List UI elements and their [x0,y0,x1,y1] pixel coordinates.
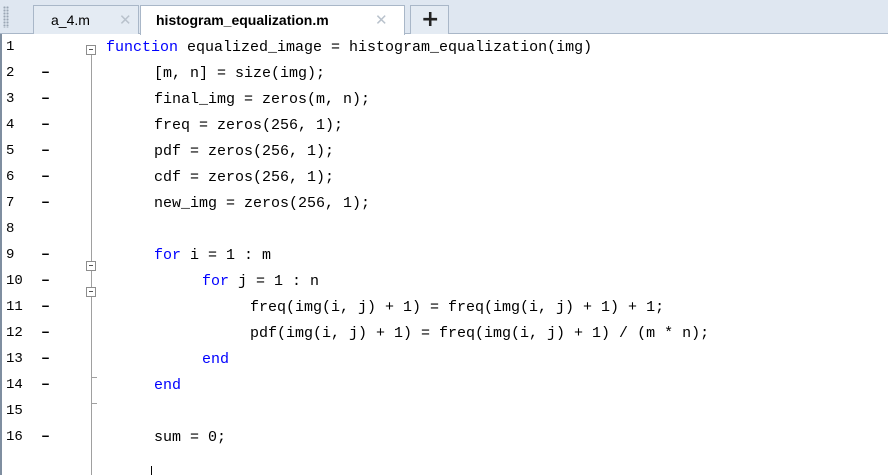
code-text[interactable]: freq(img(i, j) + 1) = freq(img(i, j) + 1… [250,299,664,316]
line-number[interactable]: 6 [6,169,38,185]
code-text[interactable]: final_img = zeros(m, n); [154,91,370,108]
code-line[interactable]: 7– new_img = zeros(256, 1); [2,190,888,216]
line-number[interactable]: 2 [6,65,38,81]
code-line[interactable]: 8 [2,216,888,242]
code-text[interactable]: freq = zeros(256, 1); [154,117,343,134]
close-tab-icon[interactable]: ✕ [119,11,132,29]
code-line[interactable]: 9– for i = 1 : m [2,242,888,268]
code-text[interactable]: end [154,377,181,394]
code-text[interactable]: new_img = zeros(256, 1); [154,195,370,212]
code-text[interactable]: pdf(img(i, j) + 1) = freq(img(i, j) + 1)… [250,325,709,342]
keyword: for [154,247,182,264]
code-token: pdf = zeros(256, 1); [154,143,335,160]
code-text[interactable]: for i = 1 : m [154,247,271,264]
breakpoint-marker[interactable]: – [41,298,50,315]
code-token: cdf = zeros(256, 1); [154,169,335,186]
breakpoint-marker[interactable]: – [41,428,50,445]
code-text[interactable]: end [202,351,229,368]
tab-histogram-equalization[interactable]: histogram_equalization.m ✕ [140,5,405,35]
code-token: final_img = zeros(m, n); [154,91,371,108]
breakpoint-marker[interactable]: – [41,376,50,393]
breakpoint-marker[interactable]: – [41,116,50,133]
text-cursor [151,466,152,475]
breakpoint-marker[interactable]: – [41,64,50,81]
close-tab-icon[interactable]: ✕ [375,11,388,29]
line-number[interactable]: 5 [6,143,38,159]
editor-tab-bar: a_4.m ✕ histogram_equalization.m ✕ + [0,0,888,35]
new-tab-button[interactable]: + [410,5,449,34]
line-number[interactable]: 9 [6,247,38,263]
tab-label: histogram_equalization.m [156,12,329,28]
code-token: new_img = zeros(256, 1); [154,195,371,212]
breakpoint-marker[interactable]: – [41,246,50,263]
line-number[interactable]: 12 [6,325,38,341]
line-number[interactable]: 13 [6,351,38,367]
code-line[interactable]: 12– pdf(img(i, j) + 1) = freq(img(i, j) +… [2,320,888,346]
code-token: pdf(img(i, j) + 1) = freq(img(i, j) + 1)… [250,325,710,342]
line-number[interactable]: 7 [6,195,38,211]
breakpoint-marker[interactable]: – [41,90,50,107]
tab-label: a_4.m [51,12,90,28]
keyword: end [202,351,230,368]
line-number[interactable]: 1 [6,39,38,55]
breakpoint-marker[interactable]: – [41,142,50,159]
code-token: freq = zeros(256, 1); [154,117,344,134]
code-line[interactable]: 16– sum = 0; [2,424,888,450]
code-line[interactable]: 5– pdf = zeros(256, 1); [2,138,888,164]
line-number[interactable]: 14 [6,377,38,393]
code-line[interactable]: 4– freq = zeros(256, 1); [2,112,888,138]
line-number[interactable]: 16 [6,429,38,445]
keyword: function [106,39,179,56]
code-token: sum = 0; [154,429,227,446]
breakpoint-marker[interactable]: – [41,168,50,185]
tab-a-4[interactable]: a_4.m ✕ [33,5,139,34]
code-line[interactable]: 15 [2,398,888,424]
breakpoint-marker[interactable]: – [41,350,50,367]
code-text[interactable]: cdf = zeros(256, 1); [154,169,334,186]
breakpoint-marker[interactable]: – [41,272,50,289]
breakpoint-marker[interactable]: – [41,324,50,341]
keyword: end [154,377,182,394]
code-token: equalized_image = histogram_equalization… [178,39,593,56]
code-line[interactable]: 14– end [2,372,888,398]
tab-bar-grip-icon[interactable] [3,6,9,28]
code-line[interactable]: 10– for j = 1 : n [2,268,888,294]
code-token: j = 1 : n [229,273,320,290]
code-token: freq(img(i, j) + 1) = freq(img(i, j) + 1… [250,299,665,316]
code-line[interactable]: 2– [m, n] = size(img); [2,60,888,86]
code-text[interactable]: function equalized_image = histogram_equ… [106,39,592,56]
line-number[interactable]: 15 [6,403,38,419]
code-line[interactable]: 1 function equalized_image = histogram_eq… [2,34,888,60]
keyword: for [202,273,230,290]
breakpoint-marker[interactable]: – [41,194,50,211]
code-text[interactable]: sum = 0; [154,429,226,446]
code-text[interactable]: for j = 1 : n [202,273,319,290]
plus-icon: + [421,7,440,32]
code-editor[interactable]: 1 function equalized_image = histogram_eq… [0,34,888,475]
line-number[interactable]: 3 [6,91,38,107]
line-number[interactable]: 10 [6,273,38,289]
line-number[interactable]: 4 [6,117,38,133]
line-number[interactable]: 8 [6,221,38,237]
code-token: [m, n] = size(img); [154,65,326,82]
line-number[interactable]: 11 [6,299,38,315]
code-token: i = 1 : m [181,247,272,264]
code-text[interactable]: pdf = zeros(256, 1); [154,143,334,160]
code-line[interactable]: 11– freq(img(i, j) + 1) = freq(img(i, j) … [2,294,888,320]
code-text[interactable]: [m, n] = size(img); [154,65,325,82]
code-line[interactable]: 3– final_img = zeros(m, n); [2,86,888,112]
code-line[interactable]: 13– end [2,346,888,372]
code-line[interactable]: 6– cdf = zeros(256, 1); [2,164,888,190]
